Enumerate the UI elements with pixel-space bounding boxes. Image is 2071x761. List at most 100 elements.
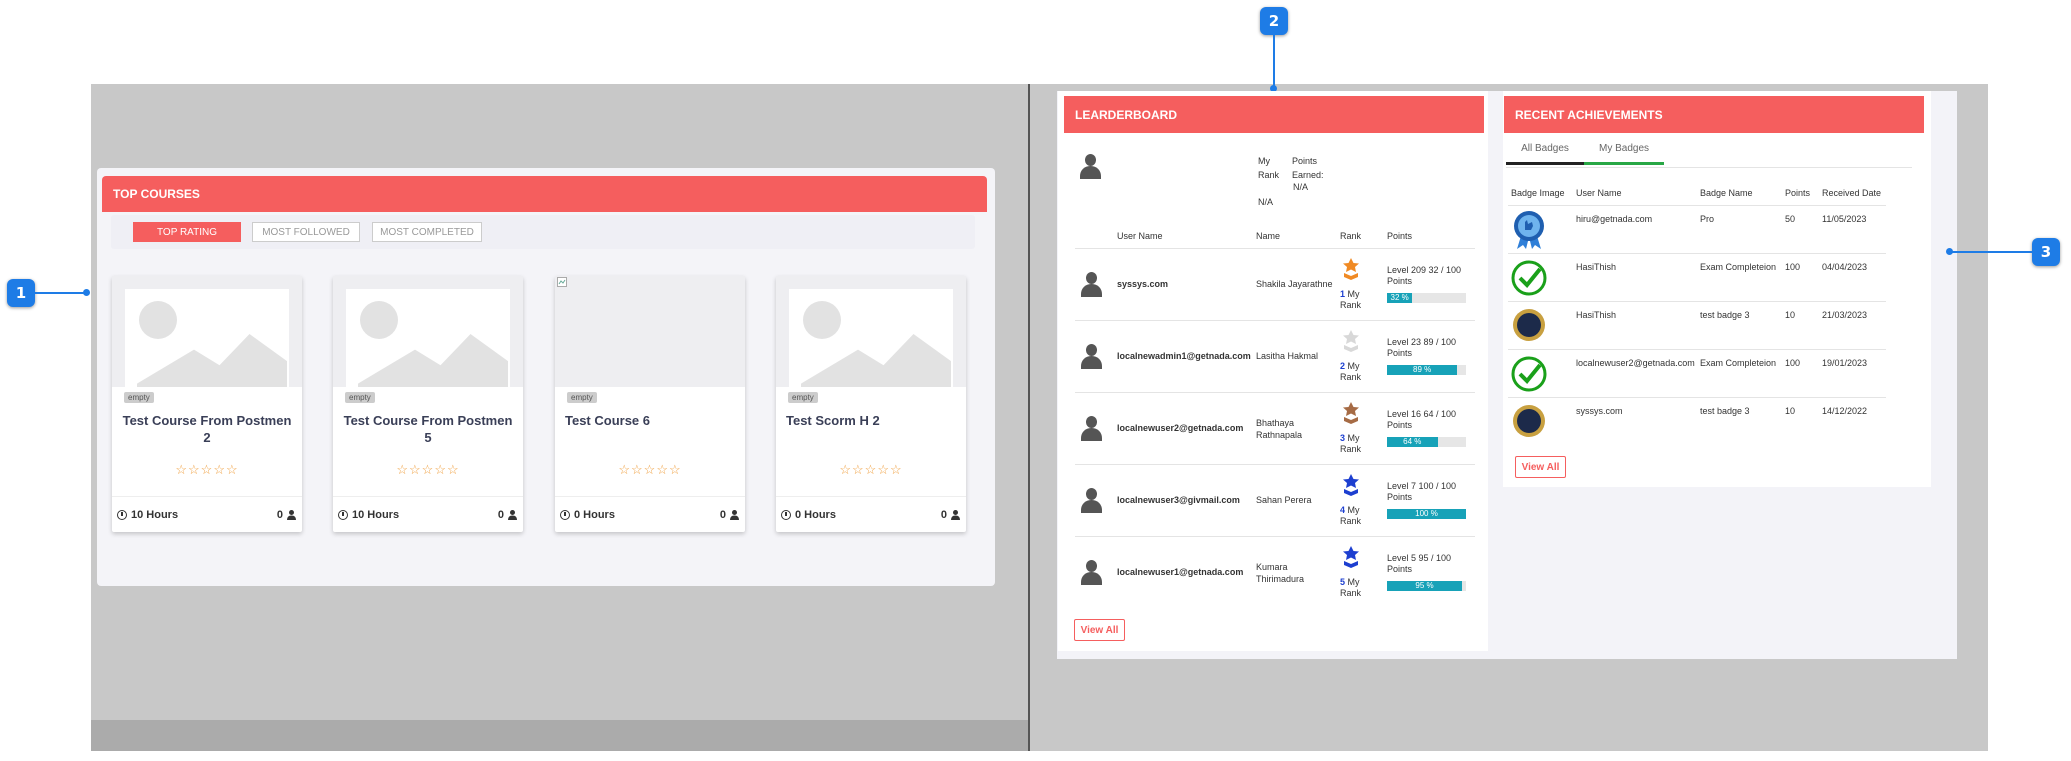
rank-medal-icon bbox=[1343, 402, 1359, 424]
leaderboard-name: Lasitha Hakmal bbox=[1256, 351, 1319, 361]
course-card[interactable]: empty Test Course From Postmen 2 ☆☆☆☆☆ 1… bbox=[112, 276, 302, 532]
leaderboard-row: localnewadmin1@getnada.com Lasitha Hakma… bbox=[1075, 320, 1475, 392]
callout-1: 1 bbox=[7, 279, 35, 307]
achievement-date: 19/01/2023 bbox=[1822, 358, 1868, 368]
enrolled-count: 0 bbox=[719, 509, 726, 521]
filter-most-completed-button[interactable]: MOST COMPLETED bbox=[372, 222, 482, 242]
progress-bar: 95 % bbox=[1387, 581, 1466, 591]
course-title[interactable]: Test Course From Postmen 2 bbox=[122, 412, 292, 446]
user-icon bbox=[951, 510, 960, 520]
progress-bar: 100 % bbox=[1387, 509, 1466, 519]
progress-fill: 95 % bbox=[1387, 581, 1463, 591]
user-icon bbox=[287, 510, 296, 520]
callout-2: 2 bbox=[1260, 7, 1288, 35]
leaderboard-view-all-button[interactable]: View All bbox=[1074, 619, 1125, 641]
leaderboard-username: syssys.com bbox=[1117, 279, 1169, 289]
achievement-row: hiru@getnada.com Pro 50 11/05/2023 bbox=[1508, 205, 1886, 253]
callout-3-dot bbox=[1946, 248, 1953, 255]
achievement-badge-name: test badge 3 bbox=[1700, 406, 1750, 416]
column-header-points: Points bbox=[1785, 188, 1811, 198]
progress-bar: 32 % bbox=[1387, 293, 1466, 303]
tab-divider bbox=[1506, 167, 1912, 168]
avatar-icon bbox=[1080, 344, 1102, 370]
avatar-icon bbox=[1080, 560, 1102, 586]
progress-fill: 89 % bbox=[1387, 365, 1458, 375]
achievement-badge-name: Exam Completeion bbox=[1700, 358, 1777, 368]
status-badge: empty bbox=[567, 392, 597, 403]
left-frame-footer bbox=[91, 720, 1028, 751]
column-header-rank: Rank bbox=[1340, 231, 1362, 241]
course-card[interactable]: empty Test Scorm H 2 ☆☆☆☆☆ 0 Hours 0 bbox=[776, 276, 966, 532]
user-icon bbox=[508, 510, 517, 520]
checkmark-icon bbox=[1511, 260, 1547, 296]
rank-number: 3 bbox=[1340, 433, 1346, 443]
achievement-row: syssys.com test badge 3 10 14/12/2022 bbox=[1508, 397, 1886, 445]
gold-medal-icon bbox=[1513, 309, 1545, 341]
clock-icon bbox=[560, 510, 570, 520]
achievements-view-all-button[interactable]: View All bbox=[1515, 456, 1566, 478]
leaderboard-name: Sahan Perera bbox=[1256, 495, 1312, 505]
my-rank-label: My Rank bbox=[1258, 156, 1280, 180]
course-title[interactable]: Test Course From Postmen 5 bbox=[343, 412, 513, 446]
course-title[interactable]: Test Scorm H 2 bbox=[786, 412, 956, 429]
leaderboard-row: localnewuser1@getnada.com Kumara Thirima… bbox=[1075, 536, 1475, 608]
leaderboard-name: Kumara Thirimadura bbox=[1256, 562, 1305, 584]
clock-icon bbox=[117, 510, 127, 520]
achievement-badge-name: test badge 3 bbox=[1700, 310, 1750, 320]
top-courses-header: TOP COURSES bbox=[102, 176, 987, 212]
course-hours: 0 Hours bbox=[574, 509, 615, 521]
achievement-date: 14/12/2022 bbox=[1822, 406, 1868, 416]
achievement-points: 100 bbox=[1785, 262, 1801, 272]
column-header-badge-name: Badge Name bbox=[1700, 188, 1753, 198]
leaderboard-username: localnewuser3@givmail.com bbox=[1117, 495, 1240, 505]
course-title[interactable]: Test Course 6 bbox=[565, 412, 735, 429]
rating-stars: ☆☆☆☆☆ bbox=[396, 462, 460, 477]
rank-medal-icon bbox=[1343, 330, 1359, 352]
leaderboard-username: localnewuser1@getnada.com bbox=[1117, 567, 1244, 577]
column-header-username: User Name bbox=[1117, 231, 1163, 241]
clock-icon bbox=[781, 510, 791, 520]
callout-1-line bbox=[35, 292, 85, 294]
achievement-row: localnewuser2@getnada.com Exam Completei… bbox=[1508, 349, 1886, 397]
course-image-placeholder bbox=[333, 276, 523, 387]
leaderboard-username: localnewadmin1@getnada.com bbox=[1117, 351, 1251, 361]
column-header-received-date: Received Date bbox=[1822, 188, 1882, 198]
achievement-points: 10 bbox=[1785, 406, 1796, 416]
column-header-points: Points bbox=[1387, 231, 1413, 241]
level-text: Level 7 100 / 100 Points bbox=[1387, 481, 1457, 502]
gold-medal-icon bbox=[1513, 405, 1545, 437]
user-icon bbox=[730, 510, 739, 520]
level-text: Level 23 89 / 100 Points bbox=[1387, 337, 1457, 358]
achievement-username: localnewuser2@getnada.com bbox=[1576, 358, 1695, 368]
column-header-badge-image: Badge Image bbox=[1511, 188, 1565, 198]
rating-stars: ☆☆☆☆☆ bbox=[839, 462, 903, 477]
achievement-points: 50 bbox=[1785, 214, 1796, 224]
achievement-badge-name: Pro bbox=[1700, 214, 1715, 224]
rank-number: 1 bbox=[1340, 289, 1346, 299]
column-header-user-name: User Name bbox=[1576, 188, 1622, 198]
filter-most-followed-button[interactable]: MOST FOLLOWED bbox=[252, 222, 360, 242]
leaderboard-row: syssys.com Shakila Jayarathne 1 My Rank … bbox=[1075, 248, 1475, 320]
tab-my-badges[interactable]: My Badges bbox=[1584, 135, 1664, 165]
progress-bar: 89 % bbox=[1387, 365, 1466, 375]
filter-top-rating-button[interactable]: TOP RATING bbox=[133, 222, 241, 242]
rank-medal-icon bbox=[1343, 258, 1359, 280]
callout-3-line bbox=[1952, 251, 2032, 253]
avatar-icon bbox=[1080, 416, 1102, 442]
course-card[interactable]: empty Test Course 6 ☆☆☆☆☆ 0 Hours 0 bbox=[555, 276, 745, 532]
achievement-badge-name: Exam Completeion bbox=[1700, 262, 1777, 272]
course-image-placeholder bbox=[776, 276, 966, 387]
points-earned-value: N/A bbox=[1293, 182, 1309, 192]
course-card[interactable]: empty Test Course From Postmen 5 ☆☆☆☆☆ 1… bbox=[333, 276, 523, 532]
callout-2-line bbox=[1273, 35, 1275, 87]
leaderboard-header: LEARDERBOARD bbox=[1064, 96, 1484, 133]
rank-number: 2 bbox=[1340, 361, 1346, 371]
status-badge: empty bbox=[124, 392, 154, 403]
progress-fill: 100 % bbox=[1387, 509, 1466, 519]
rating-stars: ☆☆☆☆☆ bbox=[618, 462, 682, 477]
achievement-username: HasiThish bbox=[1576, 310, 1617, 320]
tab-all-badges[interactable]: All Badges bbox=[1506, 135, 1584, 165]
course-hours: 10 Hours bbox=[352, 509, 400, 521]
broken-image-icon bbox=[557, 277, 567, 287]
progress-fill: 32 % bbox=[1387, 293, 1413, 303]
